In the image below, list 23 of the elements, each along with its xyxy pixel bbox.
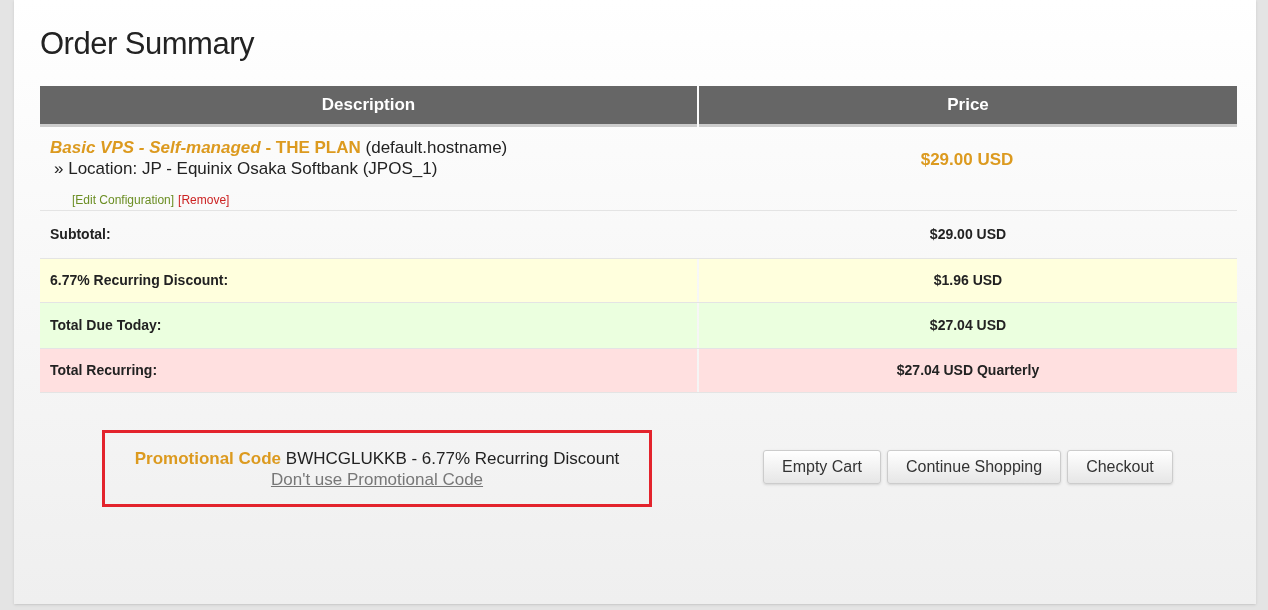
column-header: Description: [40, 86, 697, 127]
remove-promo-link[interactable]: Don't use Promotional Code: [270, 468, 484, 490]
summary-label-cell: Total Recurring:: [40, 349, 697, 392]
cart-button[interactable]: Empty Cart: [763, 450, 881, 484]
remove-link[interactable]: [Remove]: [178, 191, 230, 209]
location-text: » Location: JP - Equinix Osaka Softbank (JPOS_1): [53, 158, 438, 179]
summary-value-cell: $27.04 USD: [699, 303, 1237, 348]
summary-label-cell: 6.77% Recurring Discount:: [40, 259, 697, 302]
edit-link[interactable]: [Edit Configuration]: [72, 191, 175, 209]
summary-value-cell: $1.96 USD: [699, 259, 1237, 302]
summary-value-cell: $27.04 USD Quarterly: [699, 349, 1237, 392]
cart-button[interactable]: Continue Shopping: [887, 450, 1062, 484]
item-price: $29.00 USD: [920, 149, 1014, 171]
summary-label-cell: Total Due Today:: [40, 303, 697, 348]
page-title: Order Summary: [40, 25, 254, 63]
summary-label-cell-text: Subtotal:: [49, 225, 112, 244]
promo-label: Promotional Code: [134, 448, 282, 468]
summary-value-cell-text: $29.00 USD: [928, 225, 1008, 244]
cart-button[interactable]: Checkout: [1067, 450, 1173, 484]
column-header: Price: [699, 86, 1237, 127]
hostname: (default.hostname): [365, 138, 508, 157]
product-name: Basic VPS - Self-managed - THE PLAN: [50, 138, 361, 157]
promo-code: BWHCGLUKKB - 6.77% Recurring Discount: [285, 448, 620, 468]
